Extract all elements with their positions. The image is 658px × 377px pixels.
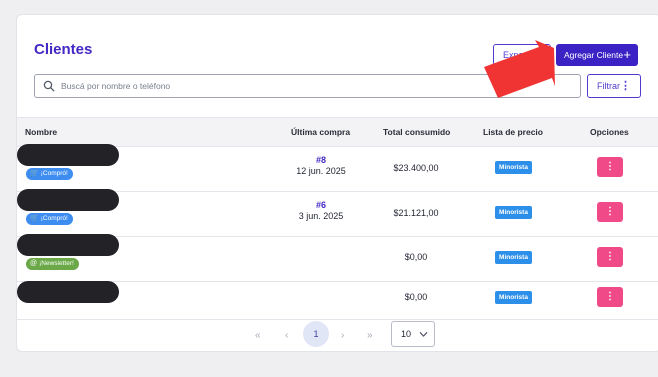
cart-icon: 🛒 [30,170,39,177]
filter-button[interactable]: Filtrar ⋮ [587,74,641,98]
clients-card: Clientes Exportar Agregar Cliente + Busc… [16,14,658,352]
at-icon: @ [30,260,38,267]
table-header: Nombre Última compra Total consumido Lis… [17,117,658,147]
column-header-total[interactable]: Total consumido [383,118,450,146]
options-button[interactable]: ⋮ [597,157,623,177]
price-list-tag: Minorista [495,161,532,174]
last-purchase: #8 12 jun. 2025 [286,155,356,177]
filter-label: Filtrar [597,81,620,91]
purchased-badge: 🛒 ¡Compró! [26,213,73,225]
page-title: Clientes [34,41,93,58]
options-button[interactable]: ⋮ [597,247,623,267]
table-row[interactable]: $0,00 Minorista ⋮ [17,281,658,320]
pagination: « ‹ 1 › » 10 [17,321,658,351]
prev-page-button[interactable]: ‹ [285,330,288,341]
last-purchase: #6 3 jun. 2025 [286,200,356,222]
first-page-button[interactable]: « [255,330,261,341]
options-button[interactable]: ⋮ [597,287,623,307]
column-header-name[interactable]: Nombre [25,118,57,146]
column-header-options: Opciones [590,127,629,137]
order-date: 3 jun. 2025 [298,211,344,221]
redacted-client-name [17,281,119,303]
order-link[interactable]: #8 [286,155,356,166]
purchased-badge: 🛒 ¡Compró! [26,168,73,180]
add-client-label: Agregar Cliente [564,50,624,60]
badge-label: ¡Compró! [40,215,68,222]
table-row[interactable]: 🛒 ¡Compró! #6 3 jun. 2025 $21.121,00 Mino… [17,189,658,237]
per-page-value: 10 [401,329,412,339]
badge-label: ¡Newsletter! [39,260,74,267]
redacted-client-name [17,234,119,256]
price-list-tag: Minorista [495,251,532,264]
newsletter-badge: @ ¡Newsletter! [26,258,79,270]
plus-icon: + [623,47,631,62]
redacted-client-name [17,189,119,211]
kebab-icon: ⋮ [620,80,631,92]
chevron-down-icon [419,332,428,337]
column-header-last-purchase[interactable]: Última compra [291,118,350,146]
table-row[interactable]: @ ¡Newsletter! $0,00 Minorista ⋮ [17,234,658,282]
total-consumed: $21.121,00 [393,208,439,218]
options-button[interactable]: ⋮ [597,202,623,222]
next-page-button[interactable]: › [341,330,344,341]
order-link[interactable]: #6 [286,200,356,211]
search-placeholder: Buscá por nombre o teléfono [61,81,171,91]
annotation-arrow-icon [484,40,555,98]
total-consumed: $0,00 [404,292,428,302]
current-page-button[interactable]: 1 [303,321,329,347]
price-list-tag: Minorista [495,206,532,219]
add-client-button[interactable]: Agregar Cliente + [556,44,638,66]
last-page-button[interactable]: » [367,330,373,341]
per-page-select[interactable]: 10 [391,321,435,347]
price-list-tag: Minorista [495,291,532,304]
search-icon [43,80,55,92]
redacted-client-name [17,144,119,166]
cart-icon: 🛒 [30,215,39,222]
column-header-price-list[interactable]: Lista de precio [483,118,543,146]
total-consumed: $0,00 [404,252,428,262]
table-row[interactable]: 🛒 ¡Compró! #8 12 jun. 2025 $23.400,00 Min… [17,144,658,192]
order-date: 12 jun. 2025 [296,166,346,176]
total-consumed: $23.400,00 [393,163,439,173]
badge-label: ¡Compró! [40,170,68,177]
